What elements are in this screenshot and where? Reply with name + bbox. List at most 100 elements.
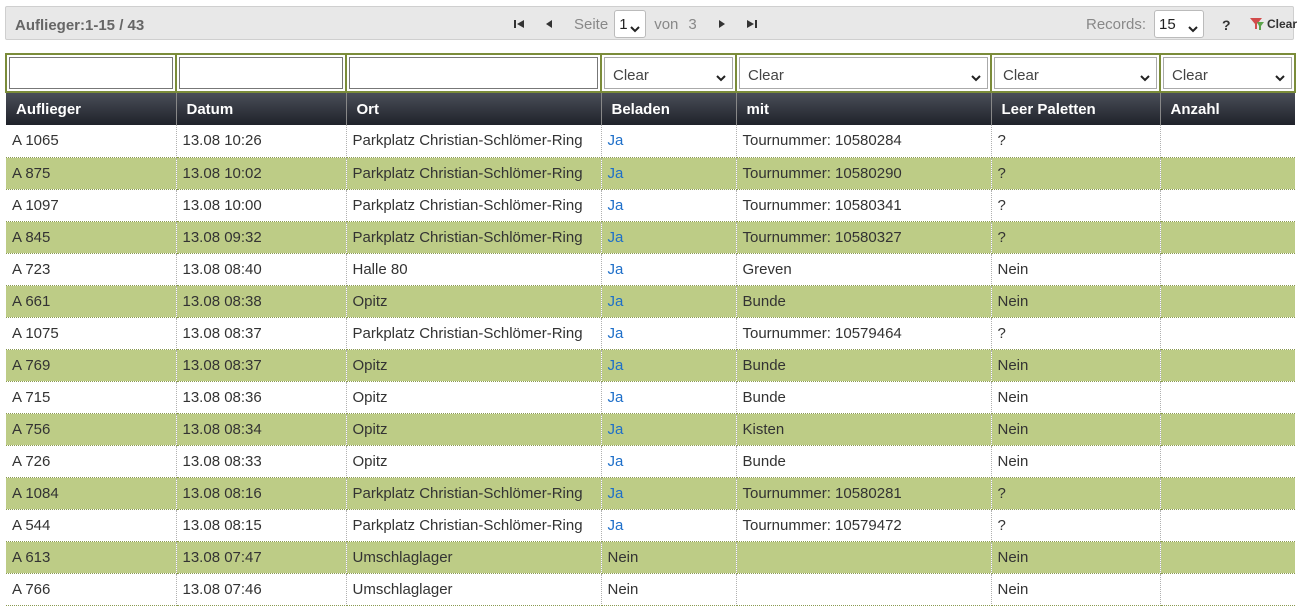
chevron-down-icon [716,69,726,86]
cell-leer-paletten: Nein [991,541,1161,574]
cell-anzahl [1160,189,1295,222]
column-header-leer-paletten[interactable]: Leer Paletten [991,92,1161,125]
cell-ort: Parkplatz Christian-Schlömer-Ring [346,221,602,254]
filter-select-beladen[interactable]: Clear [604,57,733,89]
cell-beladen: Ja [601,317,737,350]
cell-anzahl [1160,477,1295,510]
table-row[interactable]: A 613 13.08 07:47 Umschlaglager Nein Nein [6,541,1295,574]
first-page-icon[interactable] [512,17,526,31]
help-button[interactable]: ? [1222,17,1231,33]
column-header-beladen[interactable]: Beladen [601,92,737,125]
records-per-page: Records: 15 [1086,10,1205,38]
table-row[interactable]: A 875 13.08 10:02 Parkplatz Christian-Schl… [6,157,1295,190]
cell-ort: Opitz [346,381,602,414]
table-row[interactable]: A 1065 13.08 10:26 Parkplatz Christian-Sch… [6,125,1295,158]
beladen-link[interactable]: Ja [608,229,624,246]
clear-filters-label: Clear [1267,17,1298,31]
filter-select-value: Clear [1003,67,1039,84]
cell-mit [736,573,992,606]
cell-auflieger: A 726 [6,445,177,478]
cell-ort: Parkplatz Christian-Schlömer-Ring [346,477,602,510]
cell-leer-paletten: ? [991,157,1161,190]
beladen-link[interactable]: Ja [608,325,624,342]
table-row[interactable]: A 726 13.08 08:33 Opitz Ja Bunde Nein [6,445,1295,478]
filter-select-value: Clear [1172,67,1208,84]
cell-datum: 13.08 09:32 [176,221,347,254]
table-row[interactable]: A 661 13.08 08:38 Opitz Ja Bunde Nein [6,285,1295,318]
records-select[interactable]: 15 [1154,10,1205,38]
beladen-link[interactable]: Ja [608,485,624,502]
filter-select-leer-paletten[interactable]: Clear [994,57,1157,89]
table-row[interactable]: A 769 13.08 08:37 Opitz Ja Bunde Nein [6,349,1295,382]
last-page-icon[interactable] [745,17,759,31]
next-page-icon[interactable] [715,17,729,31]
beladen-link[interactable]: Ja [608,293,624,310]
records-label: Records: [1086,15,1147,33]
cell-mit: Tournummer: 10579464 [736,317,992,350]
filter-select-anzahl[interactable]: Clear [1163,57,1292,89]
beladen-link[interactable]: Ja [608,357,624,374]
page-select[interactable]: 1 [614,10,647,38]
beladen-link[interactable]: Ja [608,389,624,406]
header-row: Auflieger Datum Ort Beladen mit Leer Pal… [6,92,1295,125]
column-header-auflieger[interactable]: Auflieger [6,92,177,125]
cell-ort: Opitz [346,413,602,446]
cell-leer-paletten: Nein [991,445,1161,478]
cell-datum: 13.08 07:47 [176,541,347,574]
beladen-link[interactable]: Ja [608,197,624,214]
filter-select-mit[interactable]: Clear [739,57,988,89]
filter-input-auflieger[interactable] [9,57,173,89]
table-row[interactable]: A 845 13.08 09:32 Parkplatz Christian-Schl… [6,221,1295,254]
beladen-link[interactable]: Ja [608,165,624,182]
cell-datum: 13.08 10:00 [176,189,347,222]
table-row[interactable]: A 1097 13.08 10:00 Parkplatz Christian-Sch… [6,189,1295,222]
beladen-link[interactable]: Ja [608,453,624,470]
table-row[interactable]: A 544 13.08 08:15 Parkplatz Christian-Schl… [6,509,1295,542]
cell-datum: 13.08 08:38 [176,285,347,318]
cell-datum: 13.08 08:16 [176,477,347,510]
cell-leer-paletten: ? [991,477,1161,510]
cell-leer-paletten: Nein [991,413,1161,446]
filter-cell-beladen: Clear [600,53,737,93]
table-row[interactable]: A 1084 13.08 08:16 Parkplatz Christian-Sch… [6,477,1295,510]
clear-filter-icon [1250,18,1264,30]
cell-ort: Opitz [346,445,602,478]
clear-filters-button[interactable]: Clear [1249,17,1297,31]
chevron-down-icon [1188,20,1198,37]
filter-cell-ort [345,53,602,93]
table-row[interactable]: A 1075 13.08 08:37 Parkplatz Christian-Sch… [6,317,1295,350]
cell-auflieger: A 613 [6,541,177,574]
column-header-ort[interactable]: Ort [346,92,602,125]
cell-mit: Tournummer: 10580327 [736,221,992,254]
column-header-anzahl[interactable]: Anzahl [1160,92,1295,125]
cell-auflieger: A 1097 [6,189,177,222]
table-row[interactable]: A 715 13.08 08:36 Opitz Ja Bunde Nein [6,381,1295,414]
column-header-mit[interactable]: mit [736,92,992,125]
beladen-link[interactable]: Ja [608,517,624,534]
beladen-link[interactable]: Ja [608,132,624,149]
filter-input-ort[interactable] [349,57,598,89]
cell-mit: Greven [736,253,992,286]
table-row[interactable]: A 756 13.08 08:34 Opitz Ja Kisten Nein [6,413,1295,446]
cell-datum: 13.08 08:33 [176,445,347,478]
beladen-link[interactable]: Ja [608,421,624,438]
filter-select-value: Clear [613,67,649,84]
prev-page-icon[interactable] [542,17,556,31]
beladen-link[interactable]: Ja [608,261,624,278]
filter-input-datum[interactable] [179,57,343,89]
cell-leer-paletten: Nein [991,285,1161,318]
cell-beladen: Ja [601,253,737,286]
cell-datum: 13.08 08:37 [176,349,347,382]
cell-ort: Parkplatz Christian-Schlömer-Ring [346,509,602,542]
cell-datum: 13.08 08:37 [176,317,347,350]
table-row[interactable]: A 766 13.08 07:46 Umschlaglager Nein Nein [6,573,1295,606]
cell-anzahl [1160,573,1295,606]
column-header-datum[interactable]: Datum [176,92,347,125]
cell-leer-paletten: Nein [991,253,1161,286]
cell-datum: 13.08 08:15 [176,509,347,542]
cell-beladen: Ja [601,285,737,318]
cell-anzahl [1160,317,1295,350]
table-row[interactable]: A 723 13.08 08:40 Halle 80 Ja Greven Nein [6,253,1295,286]
filter-row: Clear Clear Clear Clear [5,53,1296,93]
cell-auflieger: A 661 [6,285,177,318]
